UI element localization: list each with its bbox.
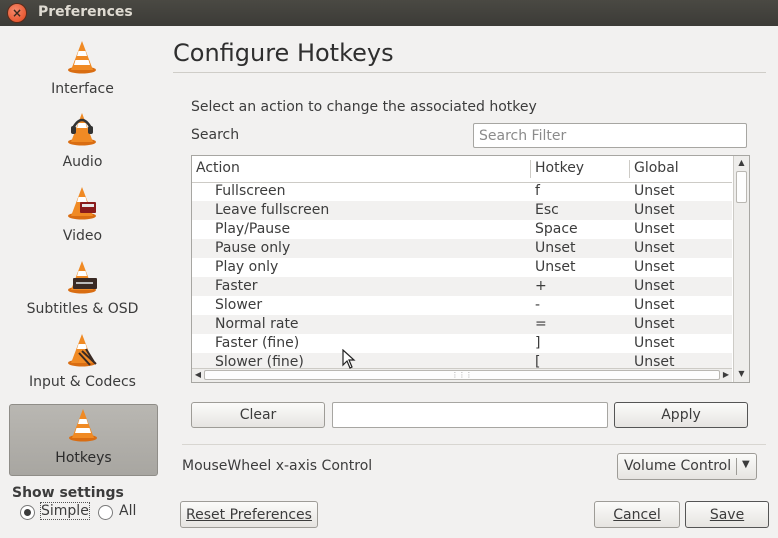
chevron-down-icon: ▼	[742, 459, 750, 470]
global-cell: Unset	[634, 335, 675, 351]
sidebar-item-hotkeys[interactable]: Hotkeys	[9, 404, 158, 476]
simple-radio-label[interactable]: Simple	[40, 502, 90, 520]
vertical-scroll-thumb[interactable]	[736, 171, 747, 203]
hotkey-cell: Unset	[535, 259, 576, 275]
mousewheel-label: MouseWheel x-axis Control	[182, 458, 373, 474]
action-cell: Normal rate	[215, 316, 299, 332]
mousewheel-selected-value: Volume Control	[624, 458, 732, 474]
global-cell: Unset	[634, 278, 675, 294]
hotkey-cell: Unset	[535, 240, 576, 256]
global-cell: Unset	[634, 183, 675, 199]
action-cell: Slower	[215, 297, 263, 313]
vlc-cone-icon	[68, 41, 96, 74]
column-header-hotkey[interactable]: Hotkey	[535, 160, 584, 176]
mouse-cursor-icon	[342, 349, 356, 369]
search-input[interactable]	[473, 123, 747, 148]
save-button[interactable]: Save	[685, 501, 769, 528]
scroll-left-icon[interactable]: ◀	[193, 369, 203, 381]
action-cell: Faster	[215, 278, 258, 294]
search-label: Search	[191, 127, 240, 143]
action-cell: Faster (fine)	[215, 335, 300, 351]
cancel-button[interactable]: Cancel	[594, 501, 680, 528]
global-cell: Unset	[634, 297, 675, 313]
combo-divider	[736, 458, 737, 475]
action-cell: Play only	[215, 259, 279, 275]
window-title: Preferences	[38, 4, 133, 20]
all-radio[interactable]	[98, 505, 113, 520]
table-row[interactable]: Slower - Unset	[192, 296, 732, 315]
hotkey-cell: -	[535, 297, 541, 313]
table-row[interactable]: Normal rate = Unset	[192, 315, 732, 334]
sidebar-item-audio[interactable]: Audio	[9, 112, 156, 172]
column-separator[interactable]	[629, 160, 630, 178]
vlc-cone-input-icon	[68, 334, 97, 367]
vlc-cone-hotkeys-icon	[69, 409, 97, 442]
divider	[173, 72, 766, 73]
clear-button[interactable]: Clear	[191, 402, 325, 428]
global-cell: Unset	[634, 240, 675, 256]
table-row[interactable]: Pause only Unset Unset	[192, 239, 732, 258]
simple-radio[interactable]	[20, 505, 35, 520]
hotkey-cell: Esc	[535, 202, 559, 218]
hotkey-cell: Space	[535, 221, 578, 237]
hotkeys-table[interactable]: Action Hotkey Global Fullscreen f Unset …	[191, 155, 750, 383]
all-radio-label[interactable]: All	[119, 503, 136, 519]
show-settings-label: Show settings	[12, 485, 124, 501]
divider	[182, 444, 766, 445]
vlc-cone-video-icon	[68, 187, 96, 220]
column-separator[interactable]	[530, 160, 531, 178]
global-cell: Unset	[634, 316, 675, 332]
hotkey-cell: ]	[535, 335, 541, 351]
hotkey-cell: +	[535, 278, 547, 294]
action-cell: Play/Pause	[215, 221, 291, 237]
table-row[interactable]: Play only Unset Unset	[192, 258, 732, 277]
horizontal-scroll-thumb[interactable]: ⋮⋮⋮	[204, 370, 720, 380]
table-row[interactable]: Fullscreen f Unset	[192, 182, 732, 201]
action-cell: Pause only	[215, 240, 291, 256]
title-bar: × Preferences	[0, 0, 778, 26]
table-row[interactable]: Faster + Unset	[192, 277, 732, 296]
vlc-cone-subtitles-icon	[68, 261, 97, 294]
sidebar-item-subtitles-osd[interactable]: Subtitles & OSD	[9, 260, 156, 320]
hotkey-cell: f	[535, 183, 540, 199]
sidebar-item-label: Video	[62, 228, 103, 244]
sidebar-item-label: Audio	[62, 154, 103, 170]
page-title: Configure Hotkeys	[173, 39, 394, 67]
scroll-right-icon[interactable]: ▶	[721, 369, 731, 381]
reset-preferences-button[interactable]: Reset Preferences	[180, 501, 318, 528]
close-icon[interactable]: ×	[8, 4, 26, 22]
sidebar-item-label: Subtitles & OSD	[26, 301, 139, 317]
save-label: Save	[709, 506, 745, 523]
table-row[interactable]: Play/Pause Space Unset	[192, 220, 732, 239]
sidebar-item-label: Input & Codecs	[29, 374, 136, 390]
global-cell: Unset	[634, 221, 675, 237]
hotkey-input[interactable]	[332, 402, 608, 428]
cancel-label: Cancel	[613, 506, 661, 523]
global-cell: Unset	[634, 259, 675, 275]
column-header-action[interactable]: Action	[196, 160, 240, 176]
scroll-down-icon[interactable]: ▼	[736, 368, 747, 380]
mousewheel-select[interactable]: Volume Control ▼	[617, 453, 757, 480]
hotkey-cell: =	[535, 316, 547, 332]
table-row[interactable]: Leave fullscreen Esc Unset	[192, 201, 732, 220]
scroll-up-icon[interactable]: ▲	[736, 157, 747, 169]
instruction-text: Select an action to change the associate…	[191, 99, 537, 115]
table-header: Action Hotkey Global	[192, 156, 732, 183]
column-header-global[interactable]: Global	[634, 160, 679, 176]
sidebar-item-input-codecs[interactable]: Input & Codecs	[9, 333, 156, 393]
global-cell: Unset	[634, 202, 675, 218]
sidebar-item-label: Hotkeys	[55, 450, 112, 466]
sidebar-item-interface[interactable]: Interface	[9, 40, 156, 100]
action-cell: Leave fullscreen	[215, 202, 330, 218]
table-row[interactable]: Faster (fine) ] Unset	[192, 334, 732, 353]
apply-button[interactable]: Apply	[614, 402, 748, 428]
horizontal-scrollbar[interactable]: ◀ ⋮⋮⋮ ▶	[192, 368, 732, 382]
sidebar-item-label: Interface	[51, 81, 114, 97]
vertical-scrollbar[interactable]: ▲ ▼	[733, 156, 749, 382]
sidebar-item-video[interactable]: Video	[9, 186, 156, 246]
reset-preferences-label: Reset Preferences	[186, 506, 312, 523]
action-cell: Fullscreen	[215, 183, 286, 199]
vlc-cone-headphones-icon	[68, 113, 96, 146]
